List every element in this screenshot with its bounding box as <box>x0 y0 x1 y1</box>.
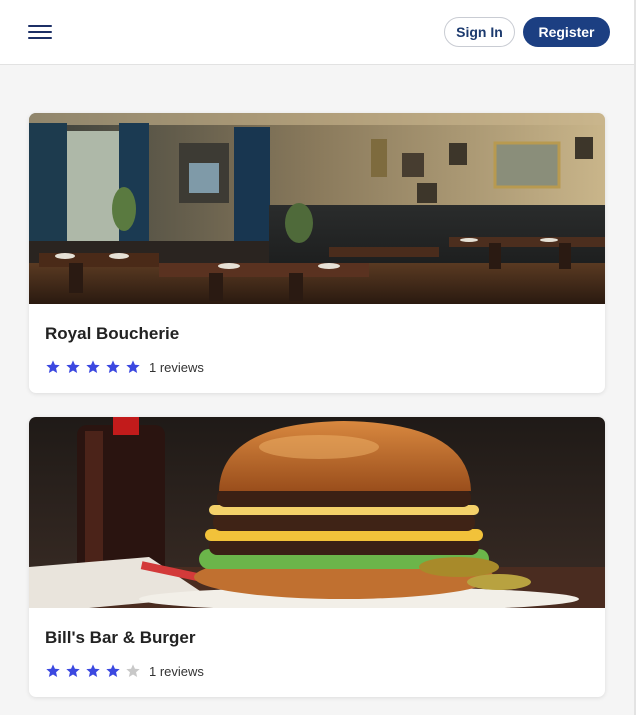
restaurant-name[interactable]: Bill's Bar & Burger <box>45 628 195 648</box>
review-count: 1 reviews <box>149 359 204 375</box>
restaurant-card[interactable]: Bill's Bar & Burger 1 reviews <box>29 417 605 697</box>
register-button[interactable]: Register <box>523 17 610 47</box>
restaurant-photo <box>29 417 605 608</box>
page: Sign In Register Royal Boucherie 1 revie… <box>0 0 636 715</box>
star-icon <box>46 664 60 677</box>
star-icon <box>86 360 100 373</box>
star-icon <box>86 664 100 677</box>
restaurant-name[interactable]: Royal Boucherie <box>45 324 179 344</box>
star-icon <box>66 360 80 373</box>
star-rating: 1 reviews <box>45 662 204 680</box>
star-icon <box>66 664 80 677</box>
star-icon <box>106 360 120 373</box>
star-rating: 1 reviews <box>45 358 204 376</box>
top-nav: Sign In Register <box>0 0 634 65</box>
restaurant-photo <box>29 113 605 304</box>
restaurant-card[interactable]: Royal Boucherie 1 reviews <box>29 113 605 393</box>
sign-in-button[interactable]: Sign In <box>444 17 515 47</box>
star-icon <box>126 360 140 373</box>
hamburger-menu-icon[interactable] <box>26 20 56 44</box>
star-icon <box>126 664 140 677</box>
star-icon <box>46 360 60 373</box>
review-count: 1 reviews <box>149 663 204 679</box>
star-icon <box>106 664 120 677</box>
